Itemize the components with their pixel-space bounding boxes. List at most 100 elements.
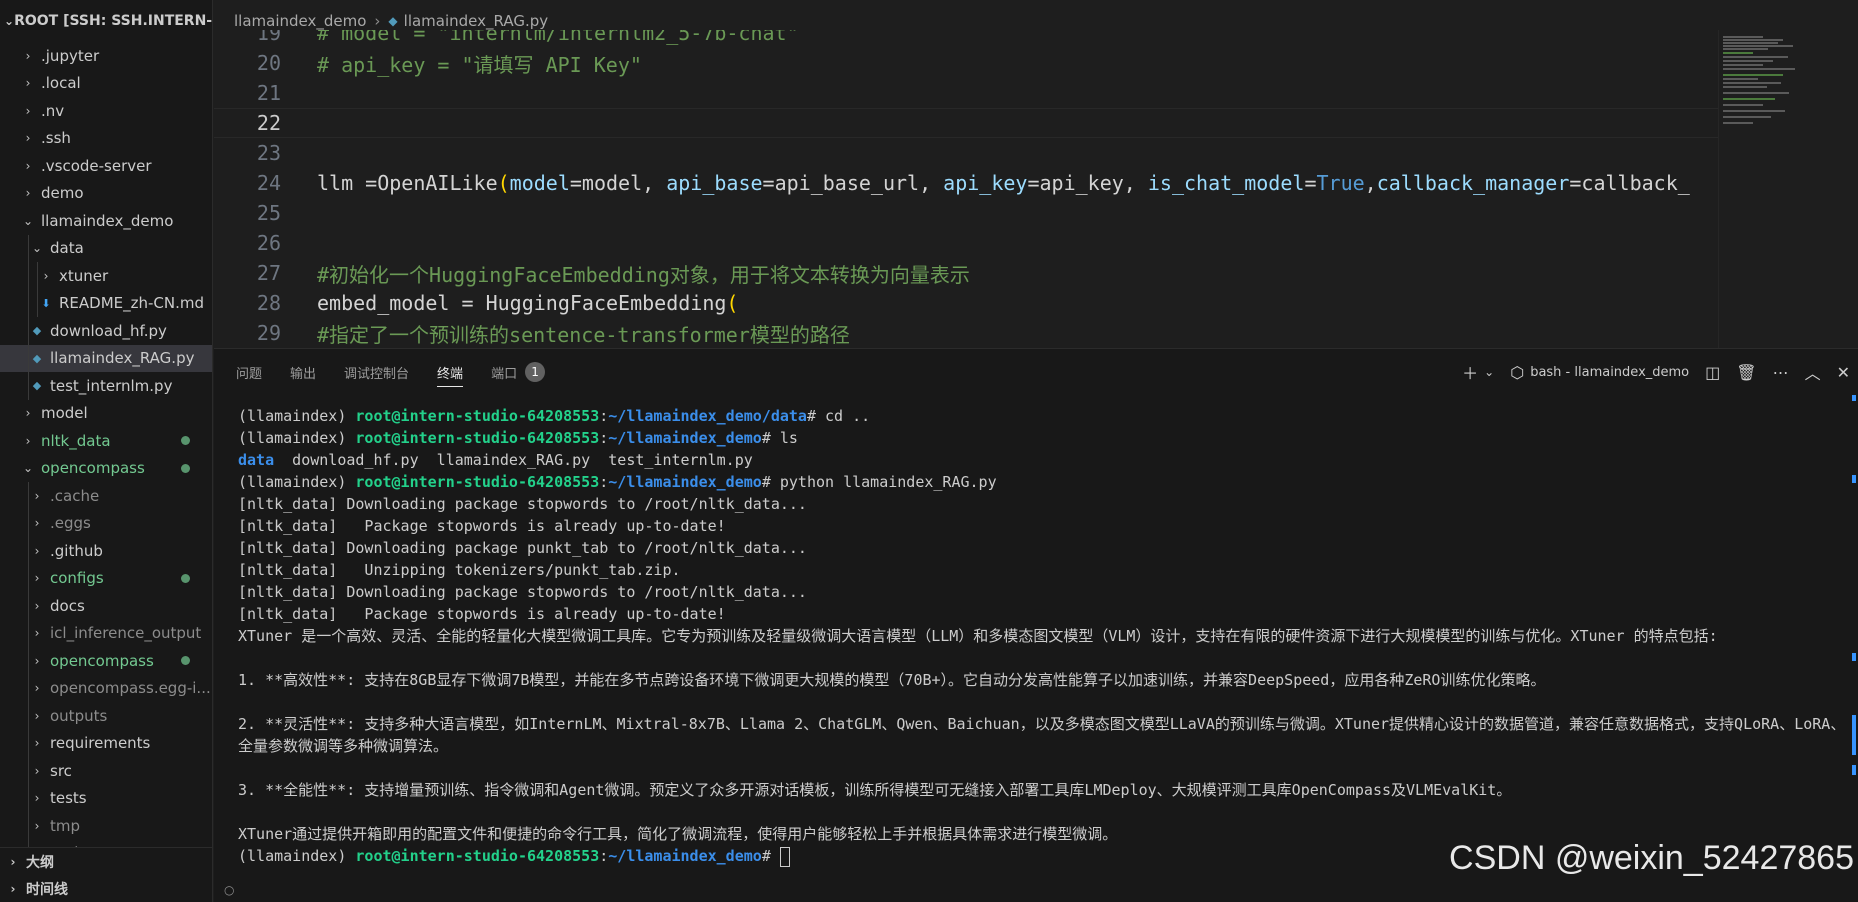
tree-folder[interactable]: › .cache bbox=[0, 482, 212, 510]
code-line[interactable]: 24 llm =OpenAILike(model=model, api_base=… bbox=[214, 168, 1718, 198]
tree-file[interactable]: ◆ test_internlm.py bbox=[0, 372, 212, 400]
tree-folder[interactable]: › .jupyter bbox=[0, 42, 212, 70]
tree-folder[interactable]: ⌄ data bbox=[0, 234, 212, 262]
tree-folder[interactable]: › .github bbox=[0, 537, 212, 565]
breadcrumb-folder[interactable]: llamaindex_demo bbox=[234, 12, 366, 30]
more-actions-icon[interactable]: ⋯ bbox=[1773, 363, 1789, 382]
chevron-right-icon: › bbox=[25, 186, 31, 201]
terminal-line: (llamaindex) root@intern-studio-64208553… bbox=[238, 473, 997, 491]
code-line[interactable]: 26 bbox=[214, 228, 1718, 258]
code-line[interactable]: 25 bbox=[214, 198, 1718, 228]
tree-folder[interactable]: › configs bbox=[0, 564, 212, 592]
tree-folder[interactable]: ⌄ llamaindex_demo bbox=[0, 207, 212, 235]
prompt-command: # ls bbox=[761, 429, 798, 447]
panel-tab[interactable]: 问题 bbox=[236, 349, 262, 395]
code-line[interactable]: 29 #指定了一个预训练的sentence-transformer模型的路径 bbox=[214, 318, 1718, 348]
indent-guide bbox=[28, 757, 29, 785]
tree-file[interactable]: ◆ llamaindex_RAG.py bbox=[0, 344, 212, 372]
code-line[interactable]: 23 bbox=[214, 138, 1718, 168]
indent-guide bbox=[28, 564, 29, 592]
line-number: 22 bbox=[256, 111, 281, 135]
tree-folder[interactable]: › demo bbox=[0, 180, 212, 208]
code-line[interactable]: 19 # model = "internlm/internlm2_5-7b-cha… bbox=[214, 30, 1718, 48]
code-line[interactable]: 27 #初始化一个HuggingFaceEmbedding对象，用于将文本转换为向… bbox=[214, 258, 1718, 288]
close-panel-icon[interactable]: ✕ bbox=[1837, 363, 1850, 382]
chevron-right-icon: › bbox=[25, 103, 31, 118]
tree-folder[interactable]: › xtuner bbox=[0, 262, 212, 290]
chevron-right-icon: › bbox=[34, 763, 40, 778]
trash-icon[interactable]: 🗑 bbox=[1736, 363, 1756, 382]
maximize-panel-icon[interactable]: ︿ bbox=[1805, 360, 1821, 384]
tree-folder[interactable]: › model bbox=[0, 400, 212, 428]
panel-tab[interactable]: 调试控制台 bbox=[344, 349, 409, 395]
code-line[interactable]: 21 bbox=[214, 78, 1718, 108]
tree-folder[interactable]: › .local bbox=[0, 70, 212, 98]
tree-folder[interactable]: › docs bbox=[0, 592, 212, 620]
terminal-scrollbar[interactable] bbox=[1844, 395, 1858, 902]
panel-tab-label: 端口 bbox=[491, 366, 518, 382]
tree-folder[interactable]: › nltk_data bbox=[0, 427, 212, 455]
sidebar-section-label: 时间线 bbox=[26, 881, 68, 898]
tree-folder[interactable]: › src bbox=[0, 757, 212, 785]
prompt-command: # python llamaindex_RAG.py bbox=[761, 473, 997, 491]
prompt-path: ~/llamaindex_demo bbox=[608, 473, 762, 491]
line-number: 27 bbox=[256, 261, 281, 285]
code-text: #指定了一个预训练的sentence-transformer模型的路径 bbox=[317, 322, 850, 347]
chevron-right-icon: › bbox=[34, 708, 40, 723]
tree-folder[interactable]: › opencompass bbox=[0, 647, 212, 675]
tree-item-label: opencompass bbox=[50, 651, 154, 670]
tree-folder[interactable]: › icl_inference_output bbox=[0, 619, 212, 647]
minimap-line bbox=[1723, 104, 1763, 106]
sidebar-section[interactable]: › 时间线 bbox=[0, 875, 212, 902]
prompt-path: ~/llamaindex_demo bbox=[608, 847, 762, 865]
code-line[interactable]: 22 bbox=[214, 108, 1718, 138]
sidebar-section[interactable]: › 大纲 bbox=[0, 848, 212, 875]
minimap[interactable] bbox=[1718, 30, 1836, 348]
indent-guide bbox=[28, 344, 29, 372]
chevron-right-icon: › bbox=[34, 736, 40, 751]
tree-file[interactable]: ◆ download_hf.py bbox=[0, 317, 212, 345]
tree-folder[interactable]: › .eggs bbox=[0, 509, 212, 537]
breadcrumb-file[interactable]: llamaindex_RAG.py bbox=[404, 12, 548, 30]
git-status-dot bbox=[181, 656, 190, 666]
terminal-line: [nltk_data] Package stopwords is already… bbox=[238, 517, 726, 535]
tree-folder[interactable]: › opencompass.egg-i... bbox=[0, 674, 212, 702]
code-text: #初始化一个HuggingFaceEmbedding对象，用于将文本转换为向量表… bbox=[317, 262, 970, 287]
terminal-output[interactable]: (llamaindex) root@intern-studio-64208553… bbox=[238, 405, 1848, 867]
tree-folder[interactable]: ⌄ opencompass bbox=[0, 455, 212, 483]
tree-folder[interactable]: › tests bbox=[0, 784, 212, 812]
panel-tab[interactable]: 输出 bbox=[290, 349, 316, 395]
tree-item-label: .github bbox=[50, 541, 103, 560]
indent-guide bbox=[28, 619, 29, 647]
tree-item-label: .nv bbox=[41, 101, 65, 120]
tree-item-label: .cache bbox=[50, 486, 100, 505]
terminal-line: 3. **全能性**: 支持增量预训练、指令微调和Agent微调。预定义了众多开… bbox=[238, 781, 1512, 799]
code-line[interactable]: 28 embed_model = HuggingFaceEmbedding( bbox=[214, 288, 1718, 318]
panel-tab[interactable]: 终端 bbox=[437, 349, 464, 395]
tree-folder[interactable]: › .vscode-server bbox=[0, 152, 212, 180]
code-editor[interactable]: 19 # model = "internlm/internlm2_5-7b-cha… bbox=[214, 30, 1718, 348]
tree-folder[interactable]: › requirements bbox=[0, 729, 212, 757]
chevron-right-icon: › bbox=[374, 12, 381, 30]
tree-file[interactable]: ⬇ README_zh-CN.md bbox=[0, 289, 212, 317]
chevron-right-icon: › bbox=[34, 488, 40, 503]
tree-item-label: requirements bbox=[50, 734, 151, 753]
editor-scrollbar[interactable] bbox=[1836, 30, 1858, 348]
indent-guide bbox=[37, 262, 38, 290]
tree-folder[interactable]: › tmp bbox=[0, 812, 212, 840]
split-terminal-icon[interactable]: ◫ bbox=[1705, 363, 1720, 382]
chevron-down-icon[interactable]: ⌄ bbox=[1484, 365, 1494, 379]
minimap-line bbox=[1723, 86, 1767, 88]
panel-tab-label: 问题 bbox=[236, 366, 263, 382]
tree-item-label: download_hf.py bbox=[50, 321, 167, 340]
tree-folder[interactable]: › .ssh bbox=[0, 125, 212, 153]
tree-folder[interactable]: › .nv bbox=[0, 97, 212, 125]
terminal-name[interactable]: bash - llamaindex_demo bbox=[1530, 365, 1689, 380]
panel-tab[interactable]: 端口 1 bbox=[491, 349, 546, 395]
explorer-root-header[interactable]: ⌄ ROOT [SSH: SSH.INTERN-... bbox=[0, 0, 212, 42]
tree-item-label: model bbox=[41, 404, 88, 423]
tree-folder[interactable]: › outputs bbox=[0, 702, 212, 730]
code-line[interactable]: 20 # api_key = "请填写 API Key" bbox=[214, 48, 1718, 78]
new-terminal-icon[interactable]: ＋ bbox=[1462, 360, 1478, 384]
chevron-right-icon: › bbox=[25, 158, 31, 173]
